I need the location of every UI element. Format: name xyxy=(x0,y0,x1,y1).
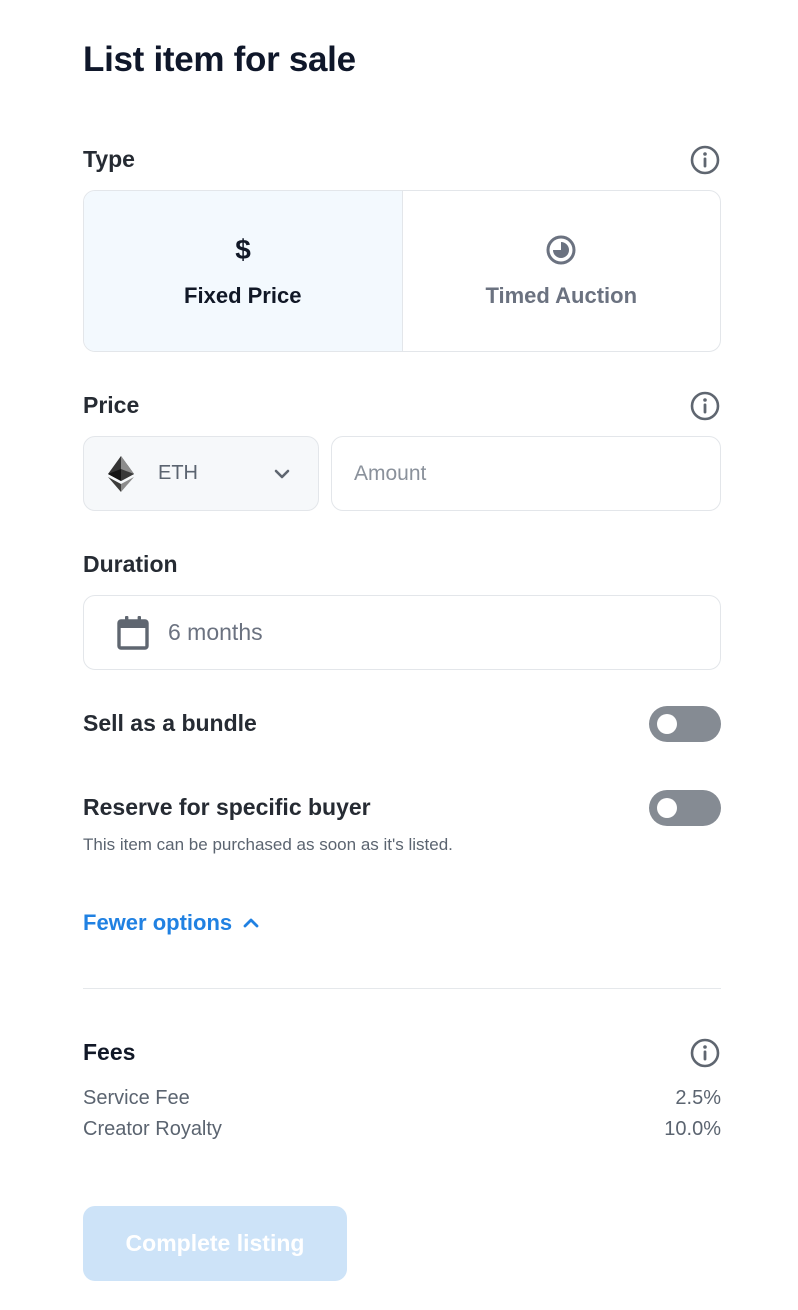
fee-value: 2.5% xyxy=(675,1087,721,1109)
duration-label: Duration xyxy=(83,551,178,577)
timed-auction-label: Timed Auction xyxy=(485,283,638,308)
clock-icon xyxy=(545,233,577,267)
calendar-icon xyxy=(117,615,149,650)
fee-value: 10.0% xyxy=(664,1118,721,1140)
svg-text:$: $ xyxy=(235,235,251,265)
amount-input[interactable] xyxy=(331,436,721,511)
fee-row-service: Service Fee 2.5% xyxy=(83,1087,721,1110)
price-info-icon[interactable] xyxy=(689,390,721,422)
duration-value: 6 months xyxy=(168,619,263,645)
reserve-hint: This item can be purchased as soon as it… xyxy=(83,835,453,854)
bundle-toggle[interactable] xyxy=(649,706,721,742)
toggle-knob xyxy=(657,798,677,818)
dollar-icon: $ xyxy=(233,233,253,267)
divider xyxy=(83,988,721,989)
chevron-up-icon xyxy=(243,918,259,928)
currency-value: ETH xyxy=(158,462,198,484)
fewer-options-link[interactable]: Fewer options xyxy=(83,910,262,936)
fee-row-royalty: Creator Royalty 10.0% xyxy=(83,1118,721,1141)
fees-info-icon[interactable] xyxy=(689,1037,721,1069)
fees-label: Fees xyxy=(83,1039,136,1065)
timed-auction-option[interactable]: Timed Auction xyxy=(403,191,721,351)
fee-name: Service Fee xyxy=(83,1087,190,1109)
duration-picker[interactable]: 6 months xyxy=(83,595,721,670)
page-title: List item for sale xyxy=(83,40,356,79)
bundle-label: Sell as a bundle xyxy=(83,710,257,736)
toggle-knob xyxy=(657,714,677,734)
fewer-options-label: Fewer options xyxy=(83,910,233,935)
type-label: Type xyxy=(83,146,135,172)
chevron-down-icon xyxy=(274,469,290,479)
reserve-toggle[interactable] xyxy=(649,790,721,826)
fee-name: Creator Royalty xyxy=(83,1118,222,1140)
currency-select[interactable]: ETH xyxy=(83,436,319,511)
listing-type-selector: $ Fixed Price Timed Auction xyxy=(83,190,721,352)
price-label: Price xyxy=(83,392,140,418)
fixed-price-label: Fixed Price xyxy=(184,283,302,308)
complete-listing-button[interactable]: Complete listing xyxy=(83,1206,347,1281)
eth-icon xyxy=(108,455,134,492)
type-info-icon[interactable] xyxy=(689,144,721,176)
fixed-price-option[interactable]: $ Fixed Price xyxy=(84,191,403,351)
reserve-label: Reserve for specific buyer xyxy=(83,794,371,820)
